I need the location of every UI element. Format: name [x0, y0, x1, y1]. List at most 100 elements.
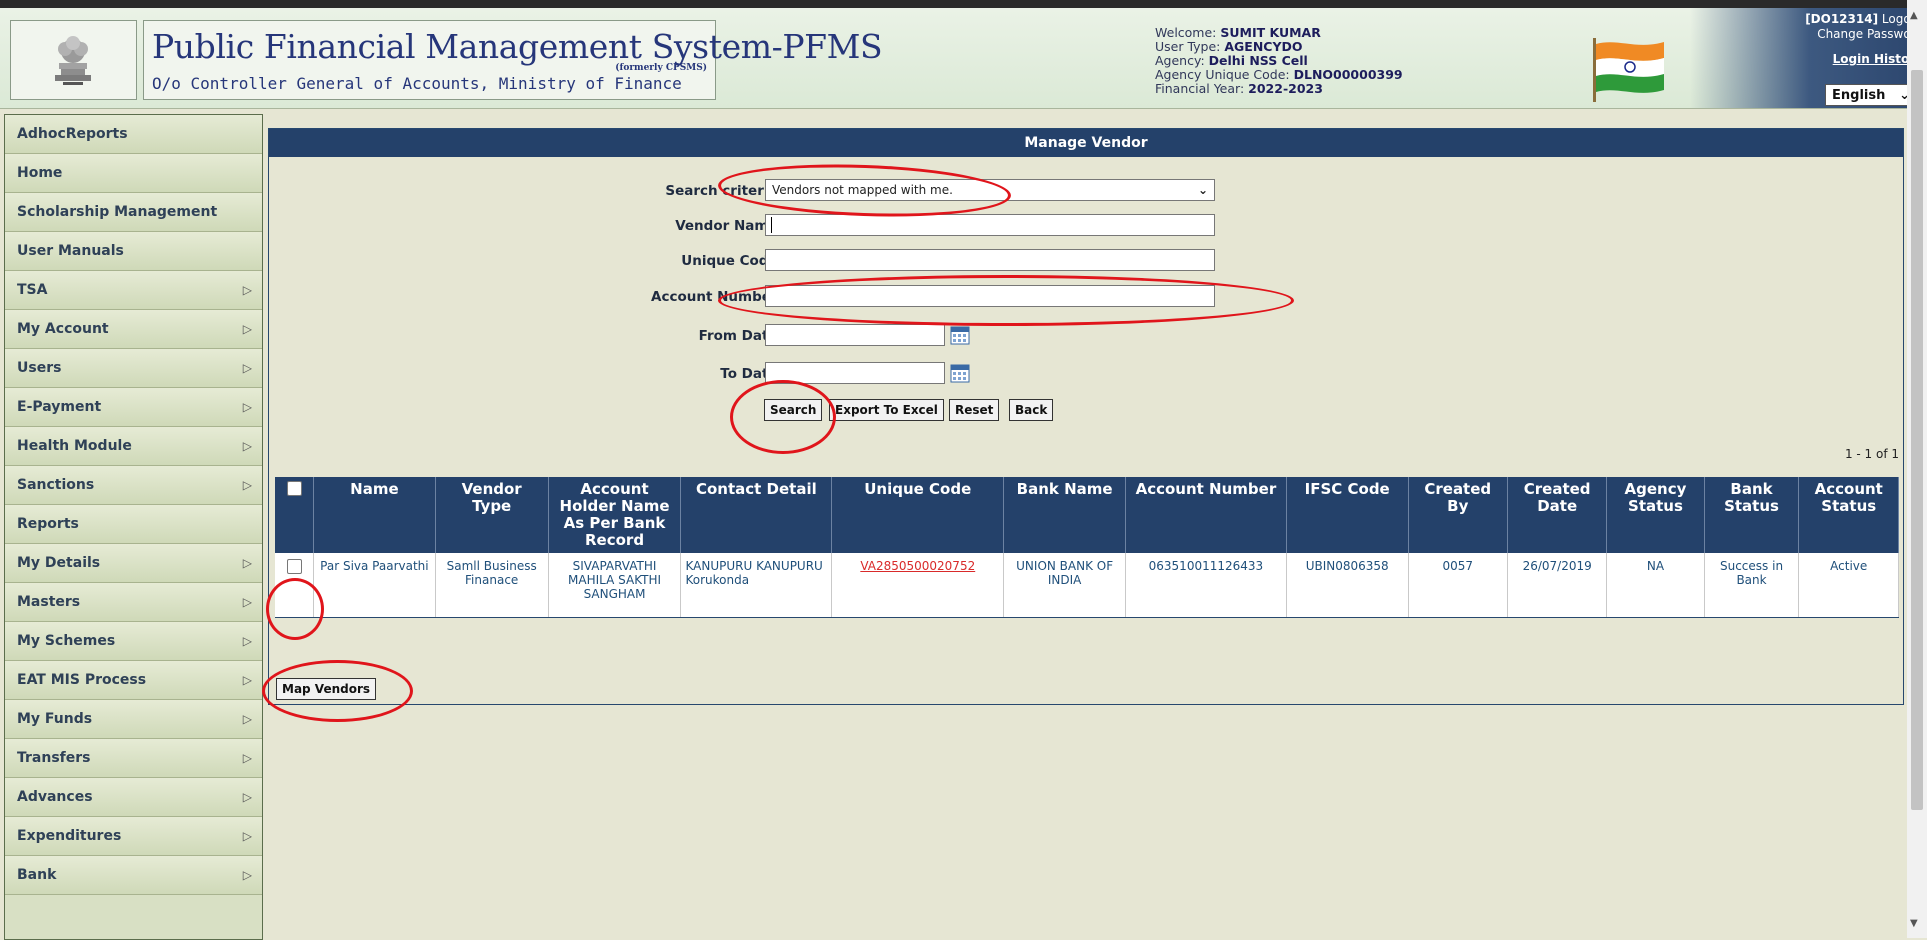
- scrollbar-thumb[interactable]: [1911, 70, 1923, 810]
- vendor-name-input[interactable]: [765, 214, 1215, 236]
- user-code: [DO12314]: [1805, 12, 1879, 26]
- chevron-right-icon: ▷: [242, 868, 252, 882]
- sidebar-item-home[interactable]: Home: [5, 154, 262, 193]
- column-header[interactable]: Account Number: [1125, 477, 1287, 553]
- sidebar-item-label: My Details: [17, 555, 101, 571]
- select-all-checkbox[interactable]: [286, 481, 302, 496]
- column-header[interactable]: Account Status: [1798, 477, 1899, 553]
- scroll-up-icon[interactable]: ▲: [1910, 10, 1918, 21]
- column-header[interactable]: Unique Code: [831, 477, 1005, 553]
- search-button[interactable]: Search: [764, 399, 823, 421]
- cell-name: Par Siva Paarvathi: [313, 553, 436, 618]
- cell-account-status: Active: [1798, 553, 1899, 618]
- sidebar-item-eat-mis-process[interactable]: EAT MIS Process ▷: [5, 661, 262, 700]
- chevron-right-icon: ▷: [242, 634, 252, 648]
- table-row: Par Siva Paarvathi Samll Business Finanac…: [275, 553, 1899, 618]
- scroll-down-icon[interactable]: ▼: [1910, 918, 1918, 929]
- sidebar-item-label: Users: [17, 360, 62, 376]
- india-flag-icon: [1593, 38, 1664, 102]
- row-checkbox[interactable]: [286, 559, 302, 574]
- sidebar-item-sanctions[interactable]: Sanctions ▷: [5, 466, 262, 505]
- sidebar-item-label: Masters: [17, 594, 81, 610]
- browser-top-strip: [0, 0, 1927, 8]
- sidebar-item-masters[interactable]: Masters ▷: [5, 583, 262, 622]
- vendor-table: Name Vendor Type Account Holder Name As Pe…: [275, 477, 1899, 618]
- column-header[interactable]: Agency Status: [1606, 477, 1705, 553]
- sidebar-item-my-details[interactable]: My Details ▷: [5, 544, 262, 583]
- sidebar-item-my-account[interactable]: My Account ▷: [5, 310, 262, 349]
- column-header[interactable]: Account Holder Name As Per Bank Record: [548, 477, 682, 553]
- sidebar-item-label: Expenditures: [17, 828, 122, 844]
- sidebar-item-label: My Funds: [17, 711, 93, 727]
- chevron-right-icon: ▷: [242, 712, 252, 726]
- column-header[interactable]: Bank Status: [1704, 477, 1800, 553]
- select-all-cell: [275, 477, 315, 553]
- sidebar-item-label: My Schemes: [17, 633, 116, 649]
- reset-button[interactable]: Reset: [949, 399, 1000, 421]
- unique-code-input[interactable]: [765, 249, 1215, 271]
- financial-year: 2022-2023: [1248, 81, 1323, 96]
- sidebar-item-label: Health Module: [17, 438, 132, 454]
- sidebar-item-tsa[interactable]: TSA ▷: [5, 271, 262, 310]
- sidebar-item-transfers[interactable]: Transfers ▷: [5, 739, 262, 778]
- chevron-right-icon: ▷: [242, 790, 252, 804]
- sidebar-item-my-funds[interactable]: My Funds ▷: [5, 700, 262, 739]
- calendar-icon[interactable]: [950, 363, 970, 383]
- agency-name: Delhi NSS Cell: [1208, 53, 1308, 68]
- sidebar-item-label: Sanctions: [17, 477, 95, 493]
- cell-bank-status: Success in Bank: [1704, 553, 1800, 618]
- chevron-right-icon: ▷: [242, 478, 252, 492]
- text-cursor: [771, 217, 772, 233]
- language-select[interactable]: English ⌄: [1825, 84, 1917, 106]
- sidebar-item-advances[interactable]: Advances ▷: [5, 778, 262, 817]
- button-row: Search Export To Excel Reset Back: [269, 399, 1903, 425]
- chevron-down-icon: ⌄: [1197, 183, 1208, 197]
- account-number-row: Account Number:: [269, 285, 1903, 311]
- sidebar-item-adhocreports[interactable]: AdhocReports: [5, 115, 262, 154]
- sidebar-item-scholarship-management[interactable]: Scholarship Management: [5, 193, 262, 232]
- column-header[interactable]: Contact Detail: [680, 477, 833, 553]
- map-vendors-button[interactable]: Map Vendors: [276, 678, 377, 700]
- sidebar-item-health-module[interactable]: Health Module ▷: [5, 427, 262, 466]
- column-header[interactable]: Vendor Type: [435, 477, 549, 553]
- sidebar-item-expenditures[interactable]: Expenditures ▷: [5, 817, 262, 856]
- sidebar-item-label: User Manuals: [17, 243, 124, 259]
- app-subtitle: O/o Controller General of Accounts, Mini…: [152, 74, 682, 93]
- sidebar-item-bank[interactable]: Bank ▷: [5, 856, 262, 895]
- column-header[interactable]: Name: [313, 477, 436, 553]
- column-header[interactable]: Created By: [1408, 477, 1508, 553]
- column-header[interactable]: Bank Name: [1003, 477, 1126, 553]
- vendor-name-row: Vendor Name:: [269, 214, 1903, 240]
- chevron-right-icon: ▷: [242, 322, 252, 336]
- unique-code-link[interactable]: VA2850500020752: [860, 559, 975, 573]
- sidebar-item-reports[interactable]: Reports: [5, 505, 262, 544]
- column-header[interactable]: IFSC Code: [1286, 477, 1409, 553]
- user-info: Welcome: SUMIT KUMAR User Type: AGENCYDO…: [1155, 25, 1403, 96]
- sidebar-item-e-payment[interactable]: E-Payment ▷: [5, 388, 262, 427]
- back-button[interactable]: Back: [1009, 399, 1054, 421]
- sidebar-item-user-manuals[interactable]: User Manuals: [5, 232, 262, 271]
- export-to-excel-button[interactable]: Export To Excel: [829, 399, 944, 421]
- unique-code-row: Unique Code:: [269, 249, 1903, 275]
- search-criteria-select[interactable]: Vendors not mapped with me. ⌄: [765, 179, 1215, 201]
- to-date-input[interactable]: [765, 362, 945, 384]
- account-links: [DO12314] Logout Change Password Login H…: [1805, 12, 1923, 67]
- emblem-box: [10, 20, 137, 100]
- sidebar-item-label: TSA: [17, 282, 48, 298]
- chevron-right-icon: ▷: [242, 829, 252, 843]
- account-number-input[interactable]: [765, 285, 1215, 307]
- login-history-link[interactable]: Login History: [1805, 52, 1923, 67]
- account-number-label: Account Number:: [651, 289, 783, 305]
- sidebar-item-users[interactable]: Users ▷: [5, 349, 262, 388]
- column-header[interactable]: Created Date: [1507, 477, 1608, 553]
- chevron-right-icon: ▷: [242, 556, 252, 570]
- calendar-icon[interactable]: [950, 325, 970, 345]
- agency-code: DLNO00000399: [1293, 67, 1403, 82]
- chevron-right-icon: ▷: [242, 439, 252, 453]
- chevron-right-icon: ▷: [242, 751, 252, 765]
- sidebar-item-my-schemes[interactable]: My Schemes ▷: [5, 622, 262, 661]
- sidebar-item-label: E-Payment: [17, 399, 102, 415]
- sidebar-item-label: Scholarship Management: [17, 204, 218, 220]
- sidebar-item-label: My Account: [17, 321, 109, 337]
- from-date-input[interactable]: [765, 324, 945, 346]
